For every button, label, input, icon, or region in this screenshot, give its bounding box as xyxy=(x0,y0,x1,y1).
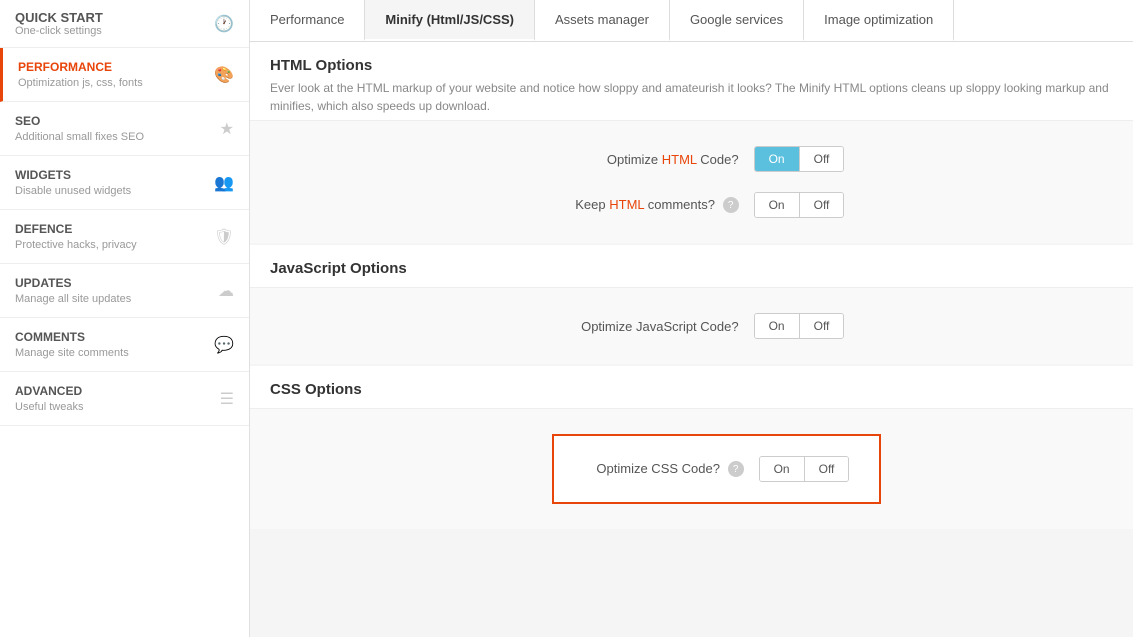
html-options-body: Optimize HTML Code? On Off Keep HTML com… xyxy=(250,121,1133,243)
sidebar-comments-title: COMMENTS xyxy=(15,330,129,344)
keep-html-highlight: HTML xyxy=(609,197,644,212)
optimize-css-toggle: On Off xyxy=(759,456,850,482)
css-highlighted-box: Optimize CSS Code? ? On Off xyxy=(552,434,882,504)
tab-bar: Performance Minify (Html/JS/CSS) Assets … xyxy=(250,0,1133,42)
tab-image[interactable]: Image optimization xyxy=(804,0,954,41)
sidebar-item-advanced[interactable]: ADVANCED Useful tweaks ☰ xyxy=(0,372,249,426)
optimize-js-label-text: Optimize JavaScript Code? xyxy=(581,319,739,334)
sidebar-item-widgets[interactable]: WIDGETS Disable unused widgets 👥 xyxy=(0,156,249,210)
optimize-css-on[interactable]: On xyxy=(760,457,804,481)
optimize-html-highlight: HTML xyxy=(662,152,697,167)
optimize-html-prefix: Optimize xyxy=(607,152,662,167)
css-options-header: CSS Options xyxy=(250,366,1133,409)
keep-html-comments-on[interactable]: On xyxy=(755,193,799,217)
optimize-css-off[interactable]: Off xyxy=(804,457,849,481)
js-options-title: JavaScript Options xyxy=(270,260,1113,277)
sidebar-seo-title: SEO xyxy=(15,114,144,128)
html-options-header: HTML Options Ever look at the HTML marku… xyxy=(250,42,1133,121)
sidebar-defence-subtitle: Protective hacks, privacy xyxy=(15,239,137,251)
tab-google[interactable]: Google services xyxy=(670,0,804,41)
sidebar-performance-title: PERFORMANCE xyxy=(18,60,143,74)
star-icon: ★ xyxy=(220,119,234,139)
js-options-header: JavaScript Options xyxy=(250,245,1133,288)
paint-icon: 🎨 xyxy=(214,65,234,85)
people-icon: 👥 xyxy=(214,173,234,193)
sidebar-item-defence[interactable]: DEFENCE Protective hacks, privacy 🛡 xyxy=(0,210,249,264)
keep-html-prefix: Keep xyxy=(575,197,609,212)
optimize-html-row: Optimize HTML Code? On Off xyxy=(270,146,1113,172)
cloud-icon: ☁ xyxy=(218,281,234,301)
quick-start-subtitle: One-click settings xyxy=(15,25,103,37)
sidebar-comments-subtitle: Manage site comments xyxy=(15,347,129,359)
tab-minify[interactable]: Minify (Html/JS/CSS) xyxy=(365,0,535,41)
js-options-body: Optimize JavaScript Code? On Off xyxy=(250,288,1133,364)
js-options-section: JavaScript Options Optimize JavaScript C… xyxy=(250,245,1133,364)
optimize-js-label: Optimize JavaScript Code? xyxy=(539,319,739,334)
sidebar-item-updates[interactable]: UPDATES Manage all site updates ☁ xyxy=(0,264,249,318)
sidebar-seo-subtitle: Additional small fixes SEO xyxy=(15,131,144,143)
optimize-js-on[interactable]: On xyxy=(755,314,799,338)
sidebar-advanced-title: ADVANCED xyxy=(15,384,83,398)
optimize-js-row: Optimize JavaScript Code? On Off xyxy=(270,313,1113,339)
sidebar-widgets-title: WIDGETS xyxy=(15,168,131,182)
sidebar-advanced-subtitle: Useful tweaks xyxy=(15,401,83,413)
tab-performance[interactable]: Performance xyxy=(250,0,365,41)
sidebar-performance-subtitle: Optimization js, css, fonts xyxy=(18,77,143,89)
html-options-section: HTML Options Ever look at the HTML marku… xyxy=(250,42,1133,243)
tab-assets[interactable]: Assets manager xyxy=(535,0,670,41)
keep-html-comments-row: Keep HTML comments? ? On Off xyxy=(270,192,1113,218)
main-content: Performance Minify (Html/JS/CSS) Assets … xyxy=(250,0,1133,637)
clock-icon: 🕐 xyxy=(214,14,234,34)
optimize-html-off[interactable]: Off xyxy=(799,147,844,171)
tab-content: HTML Options Ever look at the HTML marku… xyxy=(250,42,1133,637)
css-options-body: Optimize CSS Code? ? On Off xyxy=(250,409,1133,529)
html-options-desc: Ever look at the HTML markup of your web… xyxy=(270,79,1113,115)
quick-start-title: QUICK START xyxy=(15,10,103,25)
shield-icon: 🛡 xyxy=(214,227,234,247)
optimize-css-label-text: Optimize CSS Code? xyxy=(596,461,720,476)
keep-html-help-icon[interactable]: ? xyxy=(723,197,739,213)
optimize-css-help-icon[interactable]: ? xyxy=(728,461,744,477)
sidebar-item-performance[interactable]: PERFORMANCE Optimization js, css, fonts … xyxy=(0,48,249,102)
css-options-title: CSS Options xyxy=(270,381,1113,398)
keep-html-suffix: comments? xyxy=(644,197,715,212)
optimize-js-toggle: On Off xyxy=(754,313,845,339)
optimize-css-label: Optimize CSS Code? ? xyxy=(584,461,744,478)
optimize-html-toggle: On Off xyxy=(754,146,845,172)
sidebar-defence-title: DEFENCE xyxy=(15,222,137,236)
sidebar: QUICK START One-click settings 🕐 PERFORM… xyxy=(0,0,250,637)
list-icon: ☰ xyxy=(220,389,234,409)
keep-html-comments-toggle: On Off xyxy=(754,192,845,218)
chat-icon: 💬 xyxy=(214,335,234,355)
keep-html-comments-off[interactable]: Off xyxy=(799,193,844,217)
optimize-js-off[interactable]: Off xyxy=(799,314,844,338)
keep-html-comments-label: Keep HTML comments? ? xyxy=(539,197,739,214)
html-options-title: HTML Options xyxy=(270,57,1113,74)
sidebar-quick-start[interactable]: QUICK START One-click settings 🕐 xyxy=(0,0,249,48)
optimize-html-on[interactable]: On xyxy=(755,147,799,171)
sidebar-item-comments[interactable]: COMMENTS Manage site comments 💬 xyxy=(0,318,249,372)
sidebar-item-seo[interactable]: SEO Additional small fixes SEO ★ xyxy=(0,102,249,156)
css-options-section: CSS Options Optimize CSS Code? ? On Off xyxy=(250,366,1133,529)
sidebar-updates-subtitle: Manage all site updates xyxy=(15,293,131,305)
sidebar-updates-title: UPDATES xyxy=(15,276,131,290)
optimize-html-suffix: Code? xyxy=(697,152,739,167)
sidebar-widgets-subtitle: Disable unused widgets xyxy=(15,185,131,197)
optimize-html-label: Optimize HTML Code? xyxy=(539,152,739,167)
